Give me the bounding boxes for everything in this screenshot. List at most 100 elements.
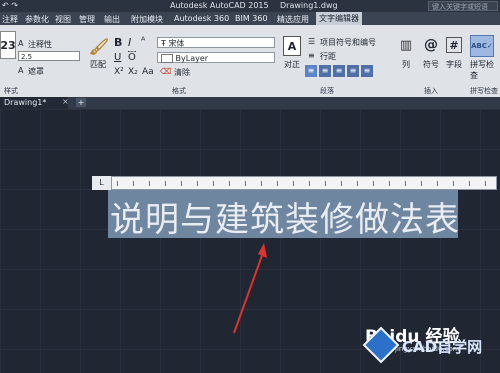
ruler-tick <box>181 181 182 186</box>
color-value: ByLayer <box>175 54 209 63</box>
ruler-tick <box>245 181 246 186</box>
ribbon-tabs: 注释 参数化 视图 管理 输出 附加模块 Autodesk 360 BIM 36… <box>0 12 500 25</box>
tab-manage[interactable]: 管理 <box>79 14 95 25</box>
ruler-tick <box>421 181 422 186</box>
color-swatch <box>161 54 173 63</box>
align-left-icon[interactable]: ≡ <box>305 65 317 77</box>
color-select[interactable]: ByLayer <box>157 52 275 63</box>
ruler-tick <box>325 181 326 186</box>
ruler-tick <box>309 181 310 186</box>
match-brush-icon[interactable]: 🖌 <box>89 37 109 56</box>
tab-addins[interactable]: 附加模块 <box>131 14 163 25</box>
ruler-tick <box>373 181 374 186</box>
bullets-icon[interactable]: ☰ <box>308 37 315 46</box>
spell-check-icon[interactable]: ABC✓ <box>470 35 494 57</box>
justify-label[interactable]: 对正 <box>284 59 300 70</box>
annotative-label: 注释性 <box>28 40 52 49</box>
ruler-tick <box>485 181 486 186</box>
align-distribute-icon[interactable]: ≡ <box>361 65 373 77</box>
redo-icon[interactable]: ↷ <box>11 1 18 10</box>
tab-featured-apps[interactable]: 精选应用 <box>277 14 309 25</box>
italic-icon[interactable]: I <box>128 36 131 49</box>
match-label[interactable]: 匹配 <box>90 59 106 70</box>
clear-label[interactable]: 清除 <box>174 67 190 78</box>
align-right-icon[interactable]: ≡ <box>333 65 345 77</box>
mask-label[interactable]: 遮罩 <box>28 66 44 77</box>
mtext-content[interactable]: 说明与建筑装修做法表 <box>110 192 460 241</box>
bullets-label[interactable]: 项目符号和编号 <box>320 37 376 48</box>
text-height-input[interactable]: 2.5 <box>18 51 80 61</box>
overline-icon[interactable]: Ō <box>128 52 136 63</box>
alignment-buttons: ≡ ≡ ≡ ≡ ≡ <box>305 65 385 77</box>
ruler-tick <box>469 181 470 186</box>
text-ruler[interactable]: L <box>92 176 497 190</box>
field-icon[interactable]: # <box>446 37 462 53</box>
ruler-tick <box>437 181 438 186</box>
tab-parametric[interactable]: 参数化 <box>25 14 49 25</box>
ruler-tick <box>133 181 134 186</box>
text-height-value: 23 <box>0 38 16 52</box>
superscript-icon[interactable]: X² <box>114 67 124 77</box>
subscript-icon[interactable]: X₂ <box>128 67 138 77</box>
symbol-icon[interactable]: @ <box>423 37 439 53</box>
ruler-tick <box>357 181 358 186</box>
clear-icon[interactable]: ⌫ <box>160 67 171 76</box>
arrow-head <box>258 243 267 258</box>
insert-panel-label: 插入 <box>424 87 438 95</box>
document-tabs: Drawing1* × + <box>0 97 500 109</box>
strikethrough-icon[interactable]: ᴬ <box>141 36 145 47</box>
align-justify-icon[interactable]: ≡ <box>347 65 359 77</box>
case-icon[interactable]: Aa <box>142 67 154 77</box>
ruler-tick <box>197 181 198 186</box>
ruler-tick <box>149 181 150 186</box>
quick-access-toolbar[interactable]: ↶ ↷ <box>2 1 42 11</box>
ruler-tick <box>277 181 278 186</box>
ruler-tick <box>261 181 262 186</box>
doc-tab-drawing1[interactable]: Drawing1* <box>0 97 68 109</box>
font-select[interactable]: Ŧ 宋体 <box>157 37 275 48</box>
line-spacing-label[interactable]: 行距 <box>320 51 336 62</box>
tab-autodesk360[interactable]: Autodesk 360 <box>174 14 229 23</box>
title-bar: ↶ ↷ Autodesk AutoCAD 2015 Drawing1.dwg 键… <box>0 0 500 12</box>
new-tab-icon[interactable]: + <box>76 98 86 107</box>
ruler-tick <box>389 181 390 186</box>
text-height-preview[interactable]: 23 <box>0 31 16 59</box>
file-title: Drawing1.dwg <box>280 1 338 10</box>
ruler-tick <box>229 181 230 186</box>
ruler-tick <box>117 181 118 186</box>
search-input[interactable]: 键入关键字或短语 <box>428 1 498 11</box>
formatting-panel-label: 格式 <box>172 87 186 95</box>
column-label[interactable]: 列 <box>402 59 410 70</box>
ruler-tick <box>213 181 214 186</box>
ruler-tick <box>453 181 454 186</box>
ruler-tick <box>165 181 166 186</box>
ribbon-panel: 23 A 注释性 2.5 A 遮罩 样式 🖌 匹配 B I ᴬ U Ō X² X… <box>0 25 500 98</box>
spell-panel-label: 拼写检查 <box>470 87 498 95</box>
annotative-icon[interactable]: A <box>18 39 23 48</box>
font-value: 宋体 <box>168 39 185 48</box>
tab-annotate[interactable]: 注释 <box>2 14 18 25</box>
spell-check-label[interactable]: 拼写检查 <box>470 59 500 81</box>
ruler-tick <box>293 181 294 186</box>
undo-icon[interactable]: ↶ <box>2 1 9 10</box>
field-label[interactable]: 字段 <box>446 59 462 70</box>
underline-icon[interactable]: U <box>114 52 121 63</box>
tab-view[interactable]: 视图 <box>55 14 71 25</box>
paragraph-panel-label: 段落 <box>320 87 334 95</box>
tab-output[interactable]: 输出 <box>104 14 120 25</box>
logo-text: CAD自学网 <box>402 338 483 356</box>
ruler-tick <box>341 181 342 186</box>
justify-icon[interactable]: A <box>283 36 301 56</box>
arrow-shaft <box>233 249 265 334</box>
tab-text-editor[interactable]: 文字编辑器 <box>316 12 362 25</box>
columns-icon[interactable]: ▥ <box>398 37 414 53</box>
annotation-arrow <box>233 243 267 334</box>
tab-bim360[interactable]: BIM 360 <box>235 14 268 23</box>
close-icon[interactable]: × <box>62 97 69 106</box>
align-center-icon[interactable]: ≡ <box>319 65 331 77</box>
mask-icon[interactable]: A <box>18 66 23 75</box>
bold-icon[interactable]: B <box>114 36 122 49</box>
line-spacing-icon[interactable]: ≡ <box>308 51 315 60</box>
symbol-label[interactable]: 符号 <box>423 59 439 70</box>
ruler-corner[interactable]: L <box>92 176 112 190</box>
